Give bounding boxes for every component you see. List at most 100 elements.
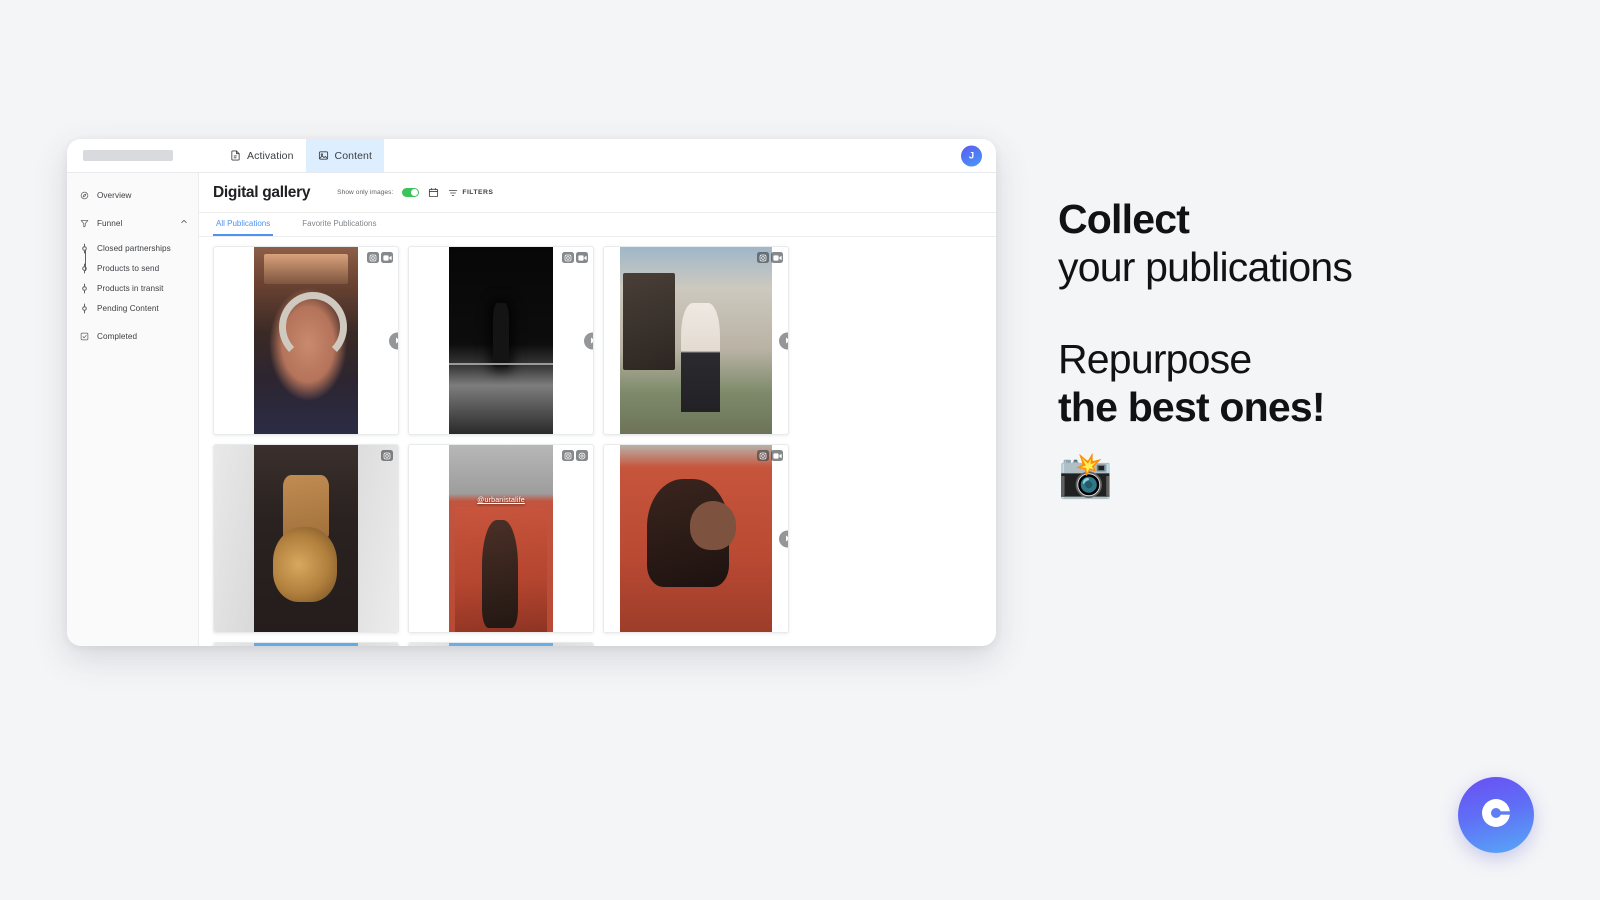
handle-mention-sticker: @urbanistalife	[477, 497, 525, 505]
avatar-initial: J	[968, 150, 975, 161]
instagram-icon[interactable]	[367, 252, 379, 263]
sidebar-item-completed[interactable]: Completed	[67, 326, 198, 346]
header-toolbar: Show only images: FILTERS	[337, 187, 493, 198]
photo-artwork	[449, 643, 553, 646]
video-icon[interactable]	[381, 252, 393, 263]
sidebar-item-pending-content[interactable]: Pending Content	[67, 298, 198, 318]
photo-artwork	[449, 445, 553, 632]
gallery-card[interactable]	[213, 246, 399, 435]
card-photo	[449, 247, 553, 434]
main-header: Digital gallery Show only images: FILTER…	[199, 173, 996, 213]
card-next-arrow-button[interactable]	[584, 332, 593, 349]
sidebar-item-pending-content-label: Pending Content	[97, 303, 159, 313]
card-photo	[620, 445, 772, 632]
avatar[interactable]: J	[961, 145, 982, 166]
card-next-arrow-button[interactable]	[389, 332, 398, 349]
tab-favorite-publications[interactable]: Favorite Publications	[299, 213, 379, 236]
gallery-card[interactable]	[408, 246, 594, 435]
card-photo: @urbanistalife	[449, 445, 553, 632]
top-tab-group: Activation Content	[218, 139, 385, 172]
card-photo: 🇨🇳	[449, 643, 553, 646]
instagram-icon[interactable]	[757, 252, 769, 263]
story-icon[interactable]	[576, 450, 588, 461]
video-icon[interactable]	[576, 252, 588, 263]
compass-icon	[79, 191, 90, 200]
sidebar-item-products-in-transit[interactable]: Products in transit	[67, 278, 198, 298]
promo-copy: Collect your publications Repurpose the …	[1058, 196, 1518, 498]
tab-all-publications-label: All Publications	[216, 219, 271, 228]
card-media	[409, 247, 593, 434]
card-badge-group	[757, 252, 783, 263]
sidebar: Overview Funnel Closed partnerships Prod…	[67, 173, 199, 646]
tab-content[interactable]: Content	[305, 139, 385, 172]
card-photo	[254, 445, 358, 632]
main-panel: Digital gallery Show only images: FILTER…	[199, 173, 996, 646]
gallery-card[interactable]	[603, 444, 789, 633]
show-only-images-toggle[interactable]	[402, 188, 420, 197]
card-media	[604, 247, 788, 434]
page-title: Digital gallery	[213, 183, 311, 201]
card-media	[214, 445, 398, 632]
chat-launcher-button[interactable]	[1458, 777, 1534, 853]
card-media: 🇨🇳	[409, 643, 593, 646]
chat-launcher-icon	[1476, 793, 1516, 838]
photo-artwork	[449, 247, 553, 434]
sidebar-item-closed-partnerships[interactable]: Closed partnerships	[67, 238, 198, 258]
gallery-card[interactable]	[213, 642, 399, 646]
sidebar-item-products-to-send[interactable]: Products to send	[67, 258, 198, 278]
camera-with-flash-icon: 📸	[1058, 450, 1113, 500]
card-badge-group	[562, 252, 588, 263]
app-top-bar: Activation Content J	[67, 139, 996, 173]
sidebar-item-funnel-label: Funnel	[97, 218, 123, 228]
photo-artwork	[254, 445, 358, 632]
tab-content-label: Content	[334, 149, 373, 162]
video-icon[interactable]	[771, 252, 783, 263]
instagram-icon[interactable]	[757, 450, 769, 461]
video-icon[interactable]	[771, 450, 783, 461]
card-next-arrow-button[interactable]	[779, 530, 788, 547]
instagram-icon[interactable]	[562, 450, 574, 461]
chevron-up-icon[interactable]	[180, 218, 188, 228]
sidebar-item-products-in-transit-label: Products in transit	[97, 283, 164, 293]
card-media	[604, 445, 788, 632]
show-only-images-label: Show only images:	[337, 189, 394, 196]
sidebar-item-overview-label: Overview	[97, 190, 132, 200]
card-photo	[254, 643, 358, 646]
tab-activation[interactable]: Activation	[218, 139, 306, 172]
checkbox-icon	[79, 332, 90, 341]
card-next-arrow-button[interactable]	[779, 332, 788, 349]
tab-activation-label: Activation	[247, 149, 294, 162]
sidebar-item-closed-partnerships-label: Closed partnerships	[97, 243, 171, 253]
card-media	[214, 643, 398, 646]
card-photo	[254, 247, 358, 434]
window-body: Overview Funnel Closed partnerships Prod…	[67, 173, 996, 646]
sidebar-item-overview[interactable]: Overview	[67, 185, 198, 205]
card-media: @urbanistalife	[409, 445, 593, 632]
tab-all-publications[interactable]: All Publications	[213, 213, 274, 236]
document-icon	[230, 150, 241, 161]
promo-line-2: your publications	[1058, 243, 1353, 290]
promo-line-3: Repurpose	[1058, 335, 1252, 382]
image-icon	[318, 150, 329, 161]
calendar-icon[interactable]	[428, 187, 439, 198]
gallery-card[interactable]	[213, 444, 399, 633]
card-photo	[620, 247, 772, 434]
tab-favorite-publications-label: Favorite Publications	[302, 219, 377, 228]
node-dot-icon	[79, 283, 90, 294]
brand-logo-placeholder	[83, 150, 173, 161]
node-dot-icon	[79, 303, 90, 314]
gallery-card[interactable]: @urbanistalife	[408, 444, 594, 633]
filters-button[interactable]: FILTERS	[448, 188, 493, 198]
funnel-icon	[79, 219, 90, 228]
instagram-icon[interactable]	[562, 252, 574, 263]
node-dot-icon	[79, 243, 90, 254]
photo-artwork	[620, 445, 772, 632]
sidebar-item-funnel[interactable]: Funnel	[67, 213, 198, 233]
instagram-icon[interactable]	[381, 450, 393, 461]
gallery-card[interactable]	[603, 246, 789, 435]
sidebar-item-products-to-send-label: Products to send	[97, 263, 160, 273]
app-window: Activation Content J Overview Funnel Clo…	[67, 139, 996, 646]
gallery-card[interactable]: 🇨🇳	[408, 642, 594, 646]
filters-label: FILTERS	[462, 189, 494, 196]
